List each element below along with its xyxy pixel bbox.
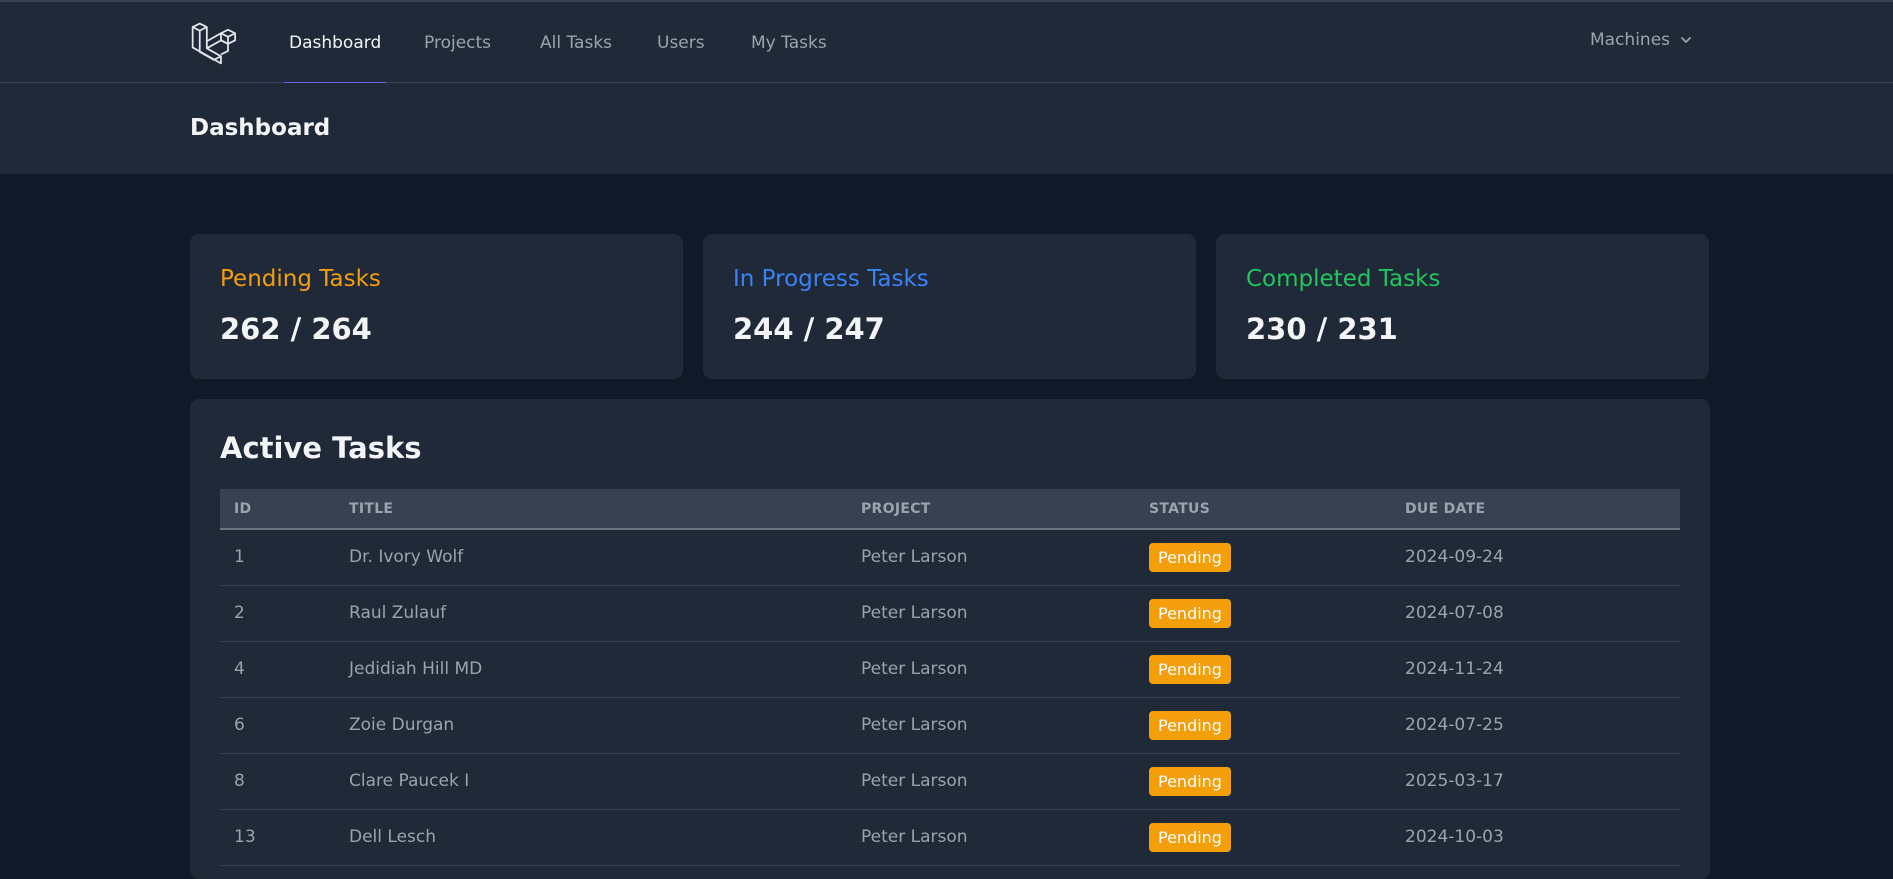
column-header-project: PROJECT [861, 500, 931, 517]
cell-status: Pending [1135, 809, 1391, 865]
stat-label: Pending Tasks [220, 266, 381, 292]
cell-project: Peter Larson [861, 547, 968, 568]
table-row: 8 Clare Paucek I Peter Larson Pending 20… [220, 753, 1680, 809]
status-badge: Pending [1149, 710, 1231, 740]
laravel-logo-icon[interactable] [190, 20, 236, 66]
table-row: 6 Zoie Durgan Peter Larson Pending 2024-… [220, 697, 1680, 753]
cell-title: Clare Paucek I [349, 771, 470, 791]
cell-title: Dell Lesch [349, 827, 437, 847]
status-badge: Pending [1149, 598, 1231, 628]
cell-project: Peter Larson [861, 603, 968, 623]
column-header-title: TITLE [349, 500, 394, 517]
status-badge: Pending [1149, 822, 1231, 852]
user-name: Machines [1590, 30, 1671, 50]
cell-status: Pending [1135, 641, 1391, 697]
table-row: 13 Dell Lesch Peter Larson Pending 2024-… [220, 809, 1680, 865]
cell-project: Peter Larson [861, 771, 968, 791]
active-tasks-title: Active Tasks [220, 431, 422, 465]
stat-label: In Progress Tasks [733, 266, 929, 292]
cell-title: Dr. Ivory Wolf [349, 547, 464, 568]
column-header-status: STATUS [1149, 500, 1211, 517]
column-header-due-date: DUE DATE [1405, 500, 1486, 517]
cell-status: Pending [1135, 585, 1391, 641]
status-badge: Pending [1149, 654, 1231, 684]
user-dropdown[interactable]: Machines [1590, 30, 1692, 50]
table-row: 4 Jedidiah Hill MD Peter Larson Pending … [220, 641, 1680, 697]
cell-project: Peter Larson [861, 659, 968, 679]
stat-card-in-progress: In Progress Tasks 244 / 247 [703, 234, 1196, 379]
cell-status: Pending [1135, 753, 1391, 809]
cell-id: 1 [234, 547, 245, 568]
cell-due-date: 2024-07-25 [1405, 715, 1504, 735]
cell-id: 2 [234, 603, 245, 623]
status-badge: Pending [1149, 766, 1231, 796]
cell-due-date: 2024-11-24 [1405, 659, 1504, 679]
cell-title: Jedidiah Hill MD [349, 659, 483, 679]
nav-projects[interactable]: Projects [419, 2, 496, 84]
cell-due-date: 2024-09-24 [1405, 547, 1504, 568]
cell-title: Raul Zulauf [349, 603, 447, 623]
cell-id: 6 [234, 715, 245, 735]
table-row: 2 Raul Zulauf Peter Larson Pending 2024-… [220, 585, 1680, 641]
stat-value: 262 / 264 [220, 312, 372, 346]
cell-due-date: 2024-07-08 [1405, 603, 1504, 623]
cell-id: 13 [234, 827, 256, 847]
cell-title: Zoie Durgan [349, 715, 455, 735]
top-navigation: Dashboard Projects All Tasks Users My Ta… [0, 0, 1893, 84]
page-title: Dashboard [190, 115, 331, 141]
chevron-down-icon [1681, 37, 1691, 44]
cell-project: Peter Larson [861, 827, 968, 847]
column-header-id: ID [234, 500, 252, 517]
cell-project: Peter Larson [861, 715, 968, 735]
nav-all-tasks[interactable]: All Tasks [535, 2, 617, 84]
cell-id: 4 [234, 659, 245, 679]
cell-due-date: 2024-10-03 [1405, 827, 1504, 847]
table-row: 1 Dr. Ivory Wolf Peter Larson Pending 20… [220, 529, 1680, 585]
active-tasks-panel: Active Tasks ID TITLE PROJECT STATUS DUE… [190, 399, 1710, 879]
page-header: Dashboard [0, 83, 1893, 174]
status-badge: Pending [1149, 542, 1231, 572]
cell-id: 8 [234, 771, 245, 791]
cell-status: Pending [1135, 697, 1391, 753]
active-tasks-table: ID TITLE PROJECT STATUS DUE DATE 1 Dr. I… [220, 489, 1680, 866]
stat-value: 230 / 231 [1246, 312, 1398, 346]
nav-my-tasks[interactable]: My Tasks [746, 2, 832, 84]
nav-dashboard[interactable]: Dashboard [284, 2, 387, 84]
stat-label: Completed Tasks [1246, 266, 1441, 292]
nav-users[interactable]: Users [652, 2, 710, 84]
stat-card-pending: Pending Tasks 262 / 264 [190, 234, 683, 379]
stat-card-completed: Completed Tasks 230 / 231 [1216, 234, 1709, 379]
cell-due-date: 2025-03-17 [1405, 771, 1504, 791]
stat-value: 244 / 247 [733, 312, 885, 346]
cell-status: Pending [1135, 529, 1391, 585]
table-header-row: ID TITLE PROJECT STATUS DUE DATE [220, 489, 1680, 529]
